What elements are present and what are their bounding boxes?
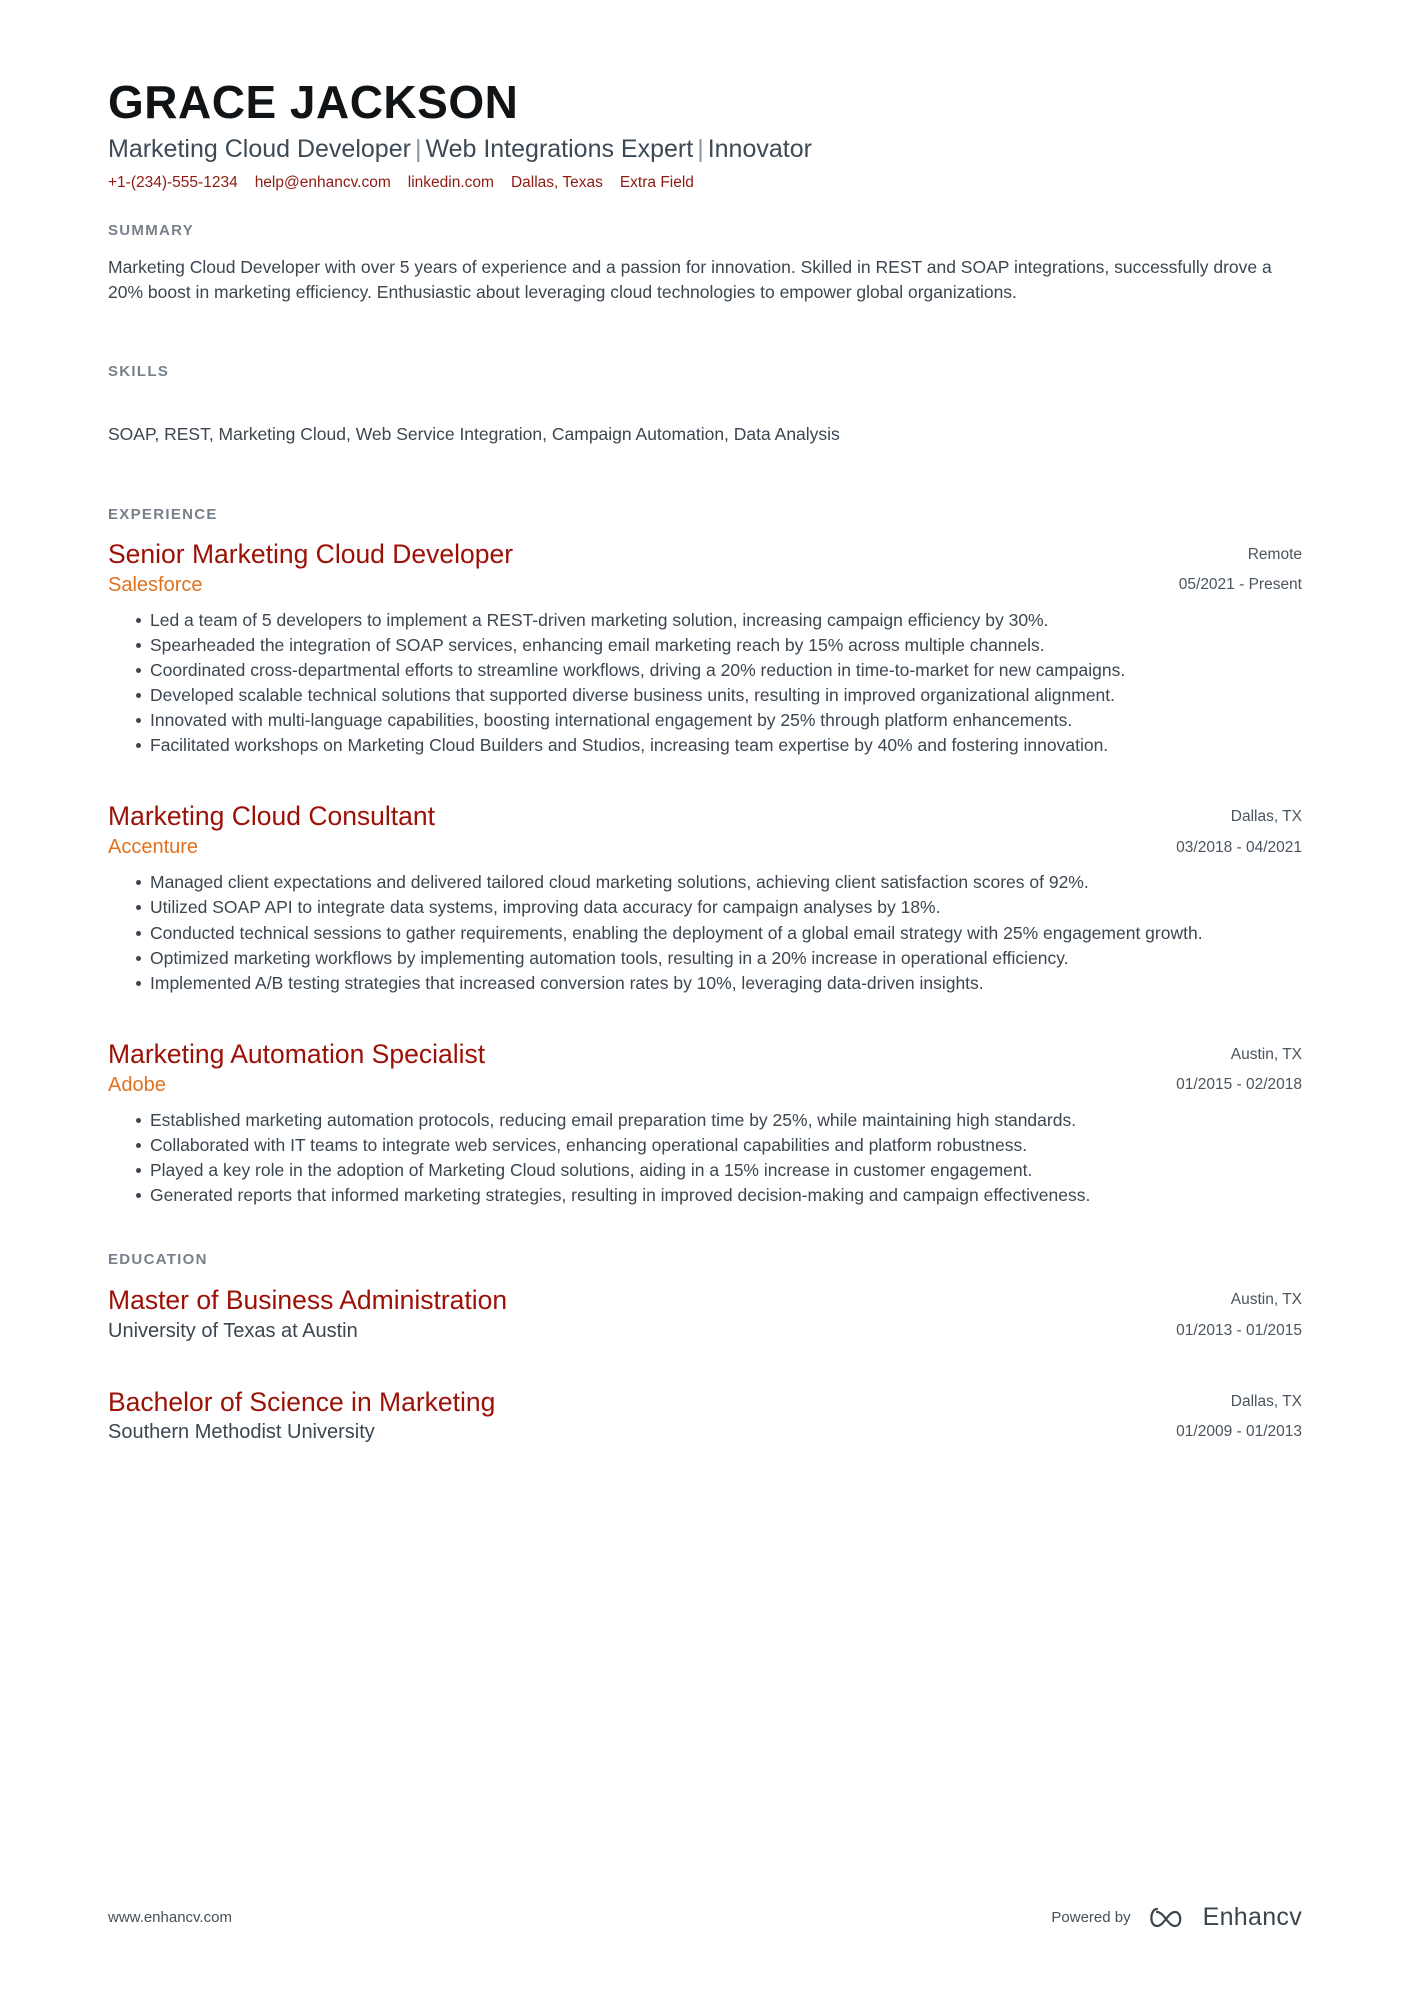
experience-entry-main: Senior Marketing Cloud Developer Salesfo… <box>108 539 1112 598</box>
headline-separator-2: | <box>697 134 704 163</box>
experience-entry-meta: Remote 05/2021 - Present <box>1112 539 1302 595</box>
degree-title: Bachelor of Science in Marketing <box>108 1386 496 1417</box>
job-bullet: Coordinated cross-departmental efforts t… <box>136 658 1302 682</box>
enhancv-wordmark: Enhancv <box>1202 1903 1302 1931</box>
footer-website-url[interactable]: www.enhancv.com <box>108 1909 232 1926</box>
experience-entry-main: Marketing Automation Specialist Adobe <box>108 1039 1112 1098</box>
section-skills: SKILLS SOAP, REST, Marketing Cloud, Web … <box>108 363 1302 447</box>
education-entry-header: Master of Business Administration Univer… <box>108 1284 1302 1343</box>
school-dates: 01/2009 - 01/2013 <box>1176 1423 1302 1440</box>
experience-entry-header: Senior Marketing Cloud Developer Salesfo… <box>108 539 1302 598</box>
job-bullet: Collaborated with IT teams to integrate … <box>136 1133 1302 1157</box>
experience-entry-main: Marketing Cloud Consultant Accenture <box>108 801 1112 860</box>
education-entry-main: Bachelor of Science in Marketing Souther… <box>108 1386 1112 1445</box>
skills-text: SOAP, REST, Marketing Cloud, Web Service… <box>108 424 840 445</box>
job-bullet: Utilized SOAP API to integrate data syst… <box>136 895 1302 919</box>
job-bullet: Conducted technical sessions to gather r… <box>136 921 1302 945</box>
job-title: Senior Marketing Cloud Developer <box>108 538 514 569</box>
job-location: Remote <box>1247 545 1302 563</box>
headline-part-2: Web Integrations Expert <box>425 134 694 163</box>
section-title-skills: SKILLS <box>108 363 170 381</box>
contact-location: Dallas, Texas <box>510 173 603 191</box>
contact-row: +1-(234)-555-1234 help@enhancv.com linke… <box>108 174 1302 192</box>
contact-extra-field: Extra Field <box>619 173 694 191</box>
company-name: Salesforce <box>108 573 203 596</box>
job-bullet: Facilitated workshops on Marketing Cloud… <box>136 733 1302 757</box>
job-bullet-list: Managed client expectations and delivere… <box>108 870 1302 995</box>
job-dates: 03/2018 - 04/2021 <box>1176 838 1302 856</box>
enhancv-logo: Enhancv <box>1147 1903 1302 1932</box>
company-name: Adobe <box>108 1073 166 1096</box>
company-name: Accenture <box>108 836 199 859</box>
enhancv-mark-icon <box>1149 1907 1181 1927</box>
job-bullet: Optimized marketing workflows by impleme… <box>136 946 1302 970</box>
job-location: Dallas, TX <box>1230 808 1302 826</box>
job-title: Marketing Cloud Consultant <box>108 801 436 832</box>
section-experience: EXPERIENCE Senior Marketing Cloud Develo… <box>108 506 1302 1208</box>
degree-title: Master of Business Administration <box>108 1285 508 1316</box>
job-bullet: Innovated with multi-language capabiliti… <box>136 708 1302 732</box>
education-entry-main: Master of Business Administration Univer… <box>108 1284 1112 1343</box>
experience-entry: Senior Marketing Cloud Developer Salesfo… <box>108 539 1302 758</box>
job-dates: 05/2021 - Present <box>1178 576 1302 594</box>
school-location: Austin, TX <box>1230 1291 1302 1309</box>
section-title-experience: EXPERIENCE <box>108 505 218 523</box>
candidate-name: GRACE JACKSON <box>108 76 519 128</box>
job-bullet: Established marketing automation protoco… <box>136 1108 1302 1132</box>
school-dates: 01/2013 - 01/2015 <box>1176 1321 1302 1339</box>
contact-email[interactable]: help@enhancv.com <box>255 174 391 192</box>
job-bullet-list: Led a team of 5 developers to implement … <box>108 608 1302 758</box>
experience-entry-header: Marketing Automation Specialist Adobe Au… <box>108 1039 1302 1098</box>
experience-entry: Marketing Automation Specialist Adobe Au… <box>108 1039 1302 1207</box>
experience-entry-meta: Dallas, TX 03/2018 - 04/2021 <box>1112 801 1302 857</box>
headline-part-1: Marketing Cloud Developer <box>108 134 411 163</box>
job-bullet-list: Established marketing automation protoco… <box>108 1108 1302 1208</box>
resume-header: GRACE JACKSON Marketing Cloud Developer |… <box>108 76 1302 192</box>
contact-linkedin[interactable]: linkedin.com <box>408 174 494 192</box>
section-summary: SUMMARY Marketing Cloud Developer with o… <box>108 222 1302 306</box>
headline-part-3: Innovator <box>707 134 812 163</box>
job-bullet: Managed client expectations and delivere… <box>136 870 1302 894</box>
page-footer: www.enhancv.com Powered by Enhancv <box>108 1903 1302 1932</box>
school-name: University of Texas at Austin <box>108 1319 358 1342</box>
job-bullet: Implemented A/B testing strategies that … <box>136 971 1302 995</box>
education-entry: Master of Business Administration Univer… <box>108 1284 1302 1343</box>
job-bullet: Played a key role in the adoption of Mar… <box>136 1158 1302 1182</box>
powered-by-label: Powered by <box>1051 1909 1131 1926</box>
resume-page: GRACE JACKSON Marketing Cloud Developer |… <box>0 0 1410 1995</box>
section-title-summary: SUMMARY <box>108 221 195 239</box>
job-bullet: Developed scalable technical solutions t… <box>136 683 1302 707</box>
job-bullet: Generated reports that informed marketin… <box>136 1183 1302 1207</box>
footer-branding: Powered by Enhancv <box>1051 1903 1302 1932</box>
headline-separator-1: | <box>414 134 422 163</box>
school-name: Southern Methodist University <box>108 1420 375 1443</box>
section-title-education: EDUCATION <box>108 1251 208 1269</box>
education-entry-meta: Dallas, TX 01/2009 - 01/2013 <box>1112 1386 1302 1442</box>
education-entry-header: Bachelor of Science in Marketing Souther… <box>108 1386 1302 1445</box>
school-location: Dallas, TX <box>1230 1392 1302 1410</box>
job-title: Marketing Automation Specialist <box>108 1038 486 1069</box>
experience-entry-header: Marketing Cloud Consultant Accenture Dal… <box>108 801 1302 860</box>
job-location: Austin, TX <box>1230 1045 1302 1063</box>
experience-entry: Marketing Cloud Consultant Accenture Dal… <box>108 801 1302 995</box>
contact-phone[interactable]: +1-(234)-555-1234 <box>108 174 238 192</box>
candidate-headline: Marketing Cloud Developer | Web Integratio… <box>108 134 1302 164</box>
job-bullet: Led a team of 5 developers to implement … <box>136 608 1302 632</box>
summary-text: Marketing Cloud Developer with over 5 ye… <box>108 256 1272 303</box>
education-entry: Bachelor of Science in Marketing Souther… <box>108 1386 1302 1445</box>
job-dates: 01/2015 - 02/2018 <box>1176 1076 1302 1094</box>
experience-entry-meta: Austin, TX 01/2015 - 02/2018 <box>1112 1039 1302 1095</box>
section-education: EDUCATION Master of Business Administrat… <box>108 1251 1302 1445</box>
job-bullet: Spearheaded the integration of SOAP serv… <box>136 633 1302 657</box>
education-entry-meta: Austin, TX 01/2013 - 01/2015 <box>1112 1284 1302 1340</box>
